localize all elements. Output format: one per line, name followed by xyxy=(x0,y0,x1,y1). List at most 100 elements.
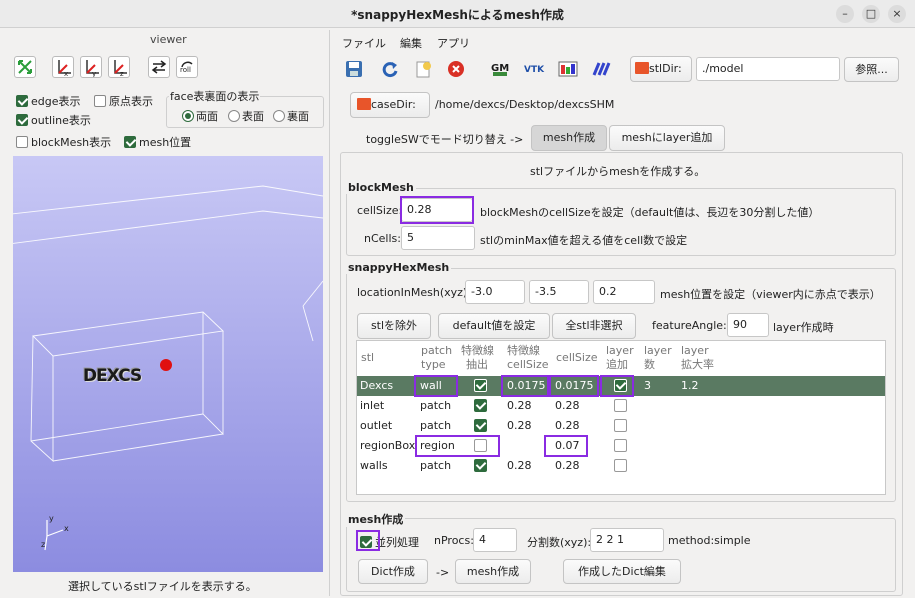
layer-add-highlight xyxy=(600,375,634,397)
menu-edit[interactable]: 編集 xyxy=(400,35,422,51)
ncells-note: stlのminMax値を超える値をcell数で設定 xyxy=(480,234,688,247)
toggle-text: toggleSWでモード切り替え -> xyxy=(366,133,524,146)
model-text: DEXCS xyxy=(83,366,142,386)
folder-icon xyxy=(357,98,371,110)
dict-create-button[interactable]: Dict作成 xyxy=(358,559,428,584)
cell-type[interactable]: patch xyxy=(420,399,451,412)
origin-checkbox[interactable]: 原点表示 xyxy=(94,93,153,109)
layer-checkbox[interactable] xyxy=(614,399,627,412)
gm-icon[interactable]: GM xyxy=(490,59,512,81)
location-x-input[interactable]: -3.0 xyxy=(465,280,525,304)
tab-mesh-create[interactable]: mesh作成 xyxy=(531,125,607,151)
feature-checkbox[interactable] xyxy=(474,459,487,472)
cell-cellsize[interactable]: 0.28 xyxy=(555,459,580,472)
nprocs-input[interactable]: 4 xyxy=(473,528,517,552)
face-front-radio[interactable]: 表面 xyxy=(228,108,264,124)
remove-stl-button[interactable]: stlを除外 xyxy=(357,313,431,339)
stldir-input[interactable]: ./model xyxy=(696,57,840,81)
cell-feature-cellsize[interactable]: 0.28 xyxy=(507,419,532,432)
view-y-icon[interactable]: y xyxy=(80,56,102,78)
layer-checkbox[interactable] xyxy=(614,439,627,452)
tab-layer-add[interactable]: meshにlayer追加 xyxy=(609,125,725,151)
header-extract: 抽出 xyxy=(466,358,488,371)
feature-angle-label: featureAngle: xyxy=(652,319,727,332)
mesh-create-button[interactable]: mesh作成 xyxy=(455,559,531,584)
new-icon[interactable] xyxy=(413,59,435,81)
header-layer-num1: layer xyxy=(644,344,672,357)
set-default-button[interactable]: default値を設定 xyxy=(438,313,550,339)
header-stl: stl xyxy=(361,351,375,364)
outline-checkbox[interactable]: outline表示 xyxy=(16,112,91,128)
header-type: type xyxy=(421,358,446,371)
table-row[interactable]: outlet patch 0.28 0.28 xyxy=(357,416,885,436)
window-title: *snappyHexMeshによるmesh作成 xyxy=(351,8,564,22)
cell-stl: outlet xyxy=(360,419,393,432)
mesh-position-marker xyxy=(160,359,172,371)
feature-angle-input[interactable]: 90 xyxy=(727,313,769,337)
location-label: locationInMesh(xyz): xyxy=(357,286,471,299)
header-layer-num2: 数 xyxy=(644,358,655,371)
maximize-button[interactable]: □ xyxy=(862,5,880,23)
header-feature-cellsize2: cellSize xyxy=(507,358,549,371)
location-y-input[interactable]: -3.5 xyxy=(529,280,589,304)
minimize-button[interactable]: – xyxy=(836,5,854,23)
meshpos-checkbox[interactable]: mesh位置 xyxy=(124,134,191,150)
casedir-button[interactable]: caseDir: xyxy=(350,92,430,118)
cell-feature-cellsize[interactable]: 0.28 xyxy=(507,399,532,412)
title-bar: *snappyHexMeshによるmesh作成 – □ × xyxy=(0,0,915,28)
header-layer-rate1: layer xyxy=(681,344,709,357)
reverse-icon[interactable] xyxy=(148,56,170,78)
layer-checkbox[interactable] xyxy=(614,459,627,472)
feature-checkbox[interactable] xyxy=(474,379,487,392)
axis-z-label: z xyxy=(41,540,46,549)
vtk-icon[interactable]: VTK xyxy=(524,59,546,81)
stldir-button[interactable]: stlDir: xyxy=(630,56,692,82)
header-patch: patch xyxy=(421,344,453,357)
blockmesh-checkbox[interactable]: blockMesh表示 xyxy=(16,134,111,150)
table-row[interactable]: inlet patch 0.28 0.28 xyxy=(357,396,885,416)
header-layer-add1: layer xyxy=(606,344,634,357)
menu-file[interactable]: ファイル xyxy=(342,35,386,51)
close-button[interactable]: × xyxy=(888,5,906,23)
face-group-title: face表裏面の表示 xyxy=(169,88,261,104)
view-z-icon[interactable]: z xyxy=(108,56,130,78)
face-both-radio[interactable]: 両面 xyxy=(182,108,218,124)
div-label: 分割数(xyz): xyxy=(527,536,592,549)
paraview-icon[interactable] xyxy=(557,59,579,81)
cell-feature-cellsize[interactable]: 0.28 xyxy=(507,459,532,472)
view-x-icon[interactable]: x xyxy=(52,56,74,78)
feature-checkbox[interactable] xyxy=(474,399,487,412)
table-row[interactable]: walls patch 0.28 0.28 xyxy=(357,456,885,476)
svg-text:VTK: VTK xyxy=(524,65,545,75)
div-input[interactable]: 2 2 1 xyxy=(590,528,664,552)
location-z-input[interactable]: 0.2 xyxy=(593,280,655,304)
fit-icon[interactable] xyxy=(14,56,36,78)
cell-stl: regionBox xyxy=(360,439,416,452)
cell-layer-num[interactable]: 3 xyxy=(644,379,651,392)
roll-label: roll xyxy=(180,66,191,74)
svg-text:x: x xyxy=(64,70,68,77)
stop-icon[interactable] xyxy=(446,59,468,81)
casedir-path: /home/dexcs/Desktop/dexcsSHM xyxy=(435,98,615,111)
cell-cellsize[interactable]: 0.28 xyxy=(555,399,580,412)
cell-cellsize[interactable]: 0.28 xyxy=(555,419,580,432)
reload-icon[interactable] xyxy=(380,59,402,81)
cell-type[interactable]: patch xyxy=(420,419,451,432)
dict-edit-button[interactable]: 作成したDict編集 xyxy=(563,559,681,584)
edge-checkbox[interactable]: edge表示 xyxy=(16,93,81,109)
deselect-all-button[interactable]: 全stl非選択 xyxy=(552,313,636,339)
feature-checkbox[interactable] xyxy=(474,419,487,432)
ncells-input[interactable]: 5 xyxy=(401,226,475,250)
paint-icon[interactable] xyxy=(591,59,613,81)
face-back-radio[interactable]: 裏面 xyxy=(273,108,309,124)
cell-type[interactable]: patch xyxy=(420,459,451,472)
save-icon[interactable] xyxy=(344,59,366,81)
layer-checkbox[interactable] xyxy=(614,419,627,432)
menu-app[interactable]: アプリ xyxy=(437,35,470,51)
cell-stl: Dexcs xyxy=(360,379,394,392)
roll-icon[interactable]: roll xyxy=(176,56,198,78)
browse-button[interactable]: 参照... xyxy=(844,57,899,82)
cell-layer-rate[interactable]: 1.2 xyxy=(681,379,699,392)
region-cellsize-highlight xyxy=(544,435,588,457)
viewport-3d[interactable]: DEXCS y x z xyxy=(13,156,323,572)
